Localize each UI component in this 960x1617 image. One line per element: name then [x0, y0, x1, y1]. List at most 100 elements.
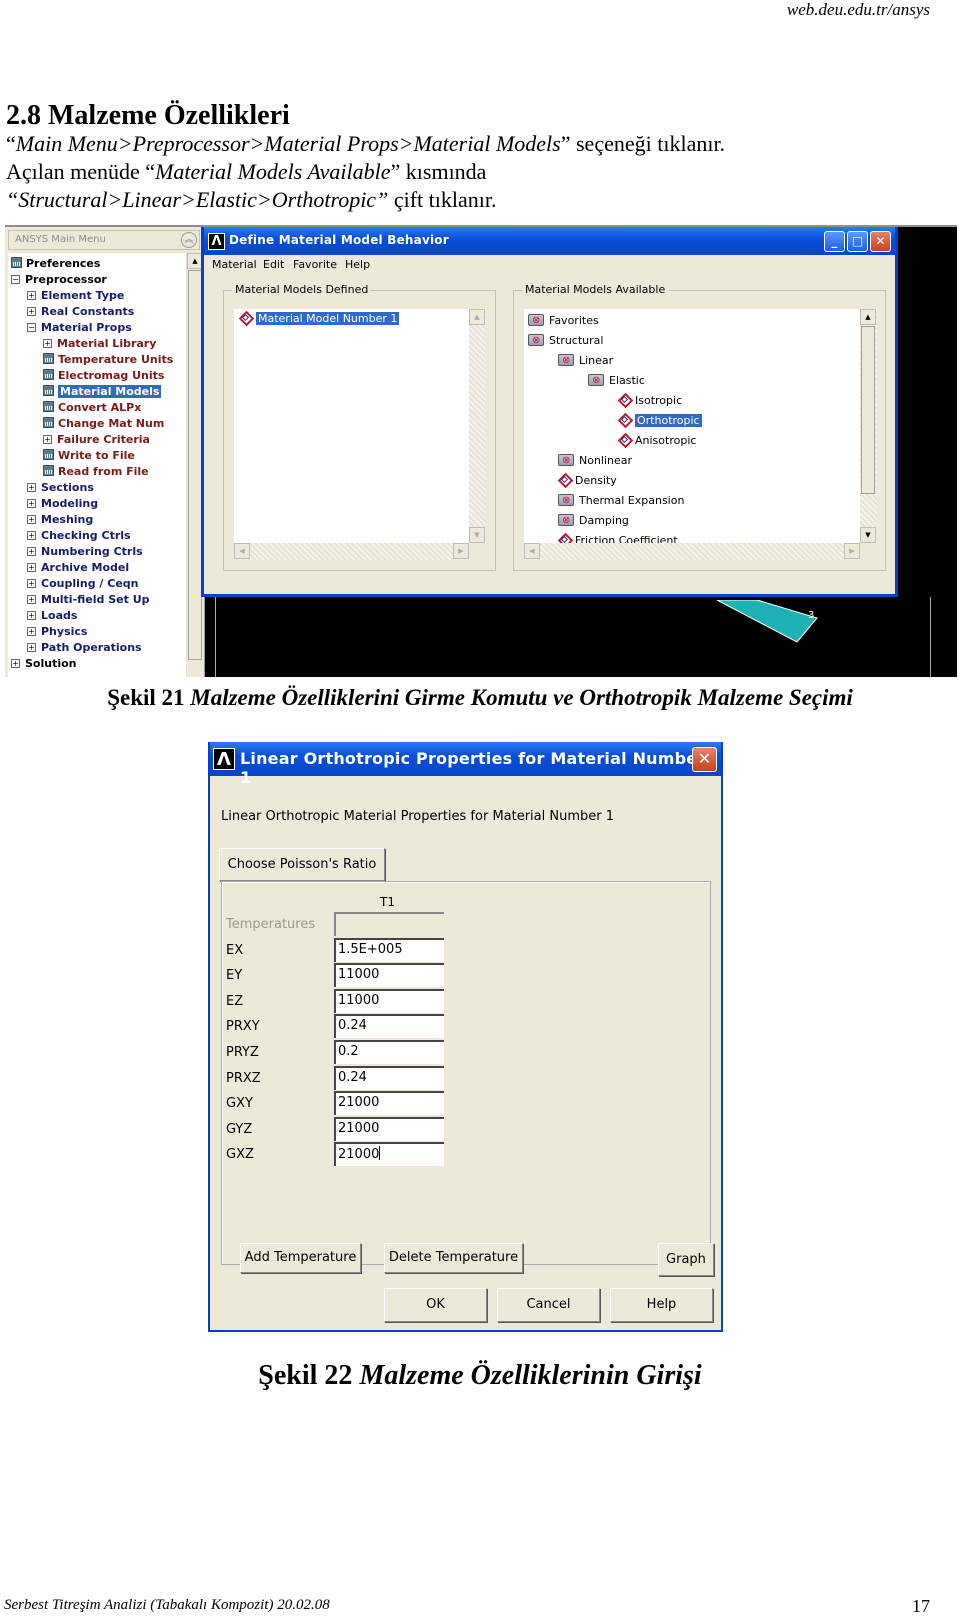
scroll-down-arrow-icon[interactable]: ▼ — [469, 527, 485, 543]
menu-tree-item[interactable]: + Checking Ctrls — [27, 528, 131, 544]
scroll-left-arrow-icon[interactable]: ◀ — [234, 543, 250, 559]
plus-box-icon[interactable]: + — [27, 531, 36, 540]
calculator-icon[interactable] — [43, 385, 54, 396]
available-tree-item[interactable]: Favorites — [528, 313, 599, 329]
menu-tree-item[interactable]: + Solution — [11, 656, 77, 672]
defined-models-list[interactable]: Material Model Number 1 — [234, 309, 469, 543]
plus-box-icon[interactable]: + — [27, 643, 36, 652]
menu-tree-item[interactable]: + Loads — [27, 608, 77, 624]
help-button[interactable]: Help — [610, 1288, 713, 1322]
dialog-titlebar[interactable]: Λ Linear Orthotropic Properties for Mate… — [210, 742, 721, 787]
calculator-icon[interactable] — [43, 465, 54, 476]
list-item-material-model-1[interactable]: Material Model Number 1 — [239, 311, 400, 327]
menu-tree-item[interactable]: + Physics — [27, 624, 87, 640]
property-value-input[interactable]: 11000 — [334, 963, 444, 988]
close-button[interactable]: ✕ — [692, 747, 717, 772]
property-value-input[interactable]: 21000 — [334, 1142, 444, 1167]
plus-box-icon[interactable]: + — [27, 483, 36, 492]
menu-tree-item[interactable]: + Meshing — [27, 512, 93, 528]
available-tree-item[interactable]: Friction Coefficient — [558, 533, 678, 543]
available-tree-item[interactable]: Nonlinear — [558, 453, 632, 469]
menu-help[interactable]: Help — [345, 258, 370, 271]
available-tree-item[interactable]: Density — [558, 473, 617, 489]
defined-list-hscroll[interactable]: ◀ ▶ — [234, 543, 469, 560]
menu-tree-item[interactable]: + Coupling / Ceqn — [27, 576, 139, 592]
scroll-right-arrow-icon[interactable]: ▶ — [453, 543, 469, 559]
plus-box-icon[interactable]: + — [11, 659, 20, 668]
scroll-thumb[interactable] — [861, 326, 875, 494]
plus-box-icon[interactable]: + — [27, 563, 36, 572]
property-value-input[interactable]: 21000 — [334, 1091, 444, 1116]
main-menu-scrollbar[interactable]: ▲ — [186, 253, 203, 677]
delete-temperature-button[interactable]: Delete Temperature — [384, 1243, 523, 1273]
available-tree-item[interactable]: Structural — [528, 333, 603, 349]
menu-material[interactable]: Material — [212, 258, 257, 271]
scroll-right-arrow-icon[interactable]: ▶ — [844, 543, 860, 559]
menu-tree-item[interactable]: + Archive Model — [27, 560, 129, 576]
menu-tree-item[interactable]: − Material Props — [27, 320, 132, 336]
calculator-icon[interactable] — [43, 401, 54, 412]
plus-box-icon[interactable]: + — [43, 435, 52, 444]
menu-tree-item[interactable]: + Multi-field Set Up — [27, 592, 150, 608]
calculator-icon[interactable] — [43, 417, 54, 428]
available-tree-item[interactable]: Thermal Expansion — [558, 493, 684, 509]
menu-tree-item[interactable]: Change Mat Num — [43, 416, 164, 432]
minimize-button[interactable]: _ — [824, 231, 845, 252]
menu-tree-item[interactable]: Read from File — [43, 464, 149, 480]
minus-box-icon[interactable]: − — [11, 275, 20, 284]
scroll-down-arrow-icon[interactable]: ▼ — [860, 527, 876, 543]
double-chevron-up-icon[interactable]: ︽ — [181, 232, 197, 248]
available-list-hscroll[interactable]: ◀ ▶ — [524, 543, 860, 560]
maximize-button[interactable]: □ — [847, 231, 868, 252]
calculator-icon[interactable] — [43, 369, 54, 380]
cancel-button[interactable]: Cancel — [497, 1288, 600, 1322]
plus-box-icon[interactable]: + — [27, 499, 36, 508]
scroll-left-arrow-icon[interactable]: ◀ — [524, 543, 540, 559]
menu-tree-item[interactable]: + Sections — [27, 480, 94, 496]
property-value-input[interactable]: 0.24 — [334, 1065, 444, 1090]
available-tree-item[interactable]: Damping — [558, 513, 629, 529]
property-value-input[interactable]: 0.24 — [334, 1014, 444, 1039]
menu-tree-item[interactable]: + Material Library — [43, 336, 156, 352]
menu-edit[interactable]: Edit — [263, 258, 284, 271]
available-tree-item[interactable]: Orthotropic — [618, 413, 702, 429]
plus-box-icon[interactable]: + — [27, 579, 36, 588]
plus-box-icon[interactable]: + — [27, 611, 36, 620]
property-value-input[interactable]: 1.5E+005 — [334, 937, 444, 962]
menu-tree-item[interactable]: Material Models — [43, 384, 162, 400]
calculator-icon[interactable] — [11, 257, 22, 268]
plus-box-icon[interactable]: + — [27, 307, 36, 316]
property-value-input[interactable]: 0.2 — [334, 1040, 444, 1064]
choose-poisson-ratio-button[interactable]: Choose Poisson's Ratio — [219, 848, 385, 881]
available-tree-item[interactable]: Linear — [558, 353, 613, 369]
defined-list-vscroll[interactable]: ▲ ▼ — [469, 309, 486, 543]
available-tree-item[interactable]: Elastic — [588, 373, 645, 389]
menu-tree-item[interactable]: + Failure Criteria — [43, 432, 150, 448]
plus-box-icon[interactable]: + — [27, 547, 36, 556]
scroll-thumb[interactable] — [188, 270, 202, 660]
add-temperature-button[interactable]: Add Temperature — [240, 1243, 361, 1273]
menu-tree-item[interactable]: + Real Constants — [27, 304, 134, 320]
scroll-up-arrow-icon[interactable]: ▲ — [860, 309, 876, 325]
menu-tree-item[interactable]: + Element Type — [27, 288, 124, 304]
calculator-icon[interactable] — [43, 353, 54, 364]
plus-box-icon[interactable]: + — [27, 627, 36, 636]
menu-tree-item[interactable]: − Preprocessor — [11, 272, 107, 288]
calculator-icon[interactable] — [43, 449, 54, 460]
scroll-up-arrow-icon[interactable]: ▲ — [469, 309, 485, 325]
property-value-input[interactable]: 21000 — [334, 1116, 444, 1141]
close-button[interactable]: ✕ — [870, 231, 891, 252]
available-tree-item[interactable]: Isotropic — [618, 393, 682, 409]
plus-box-icon[interactable]: + — [43, 339, 52, 348]
menu-tree-item[interactable]: + Numbering Ctrls — [27, 544, 143, 560]
window-titlebar[interactable]: Λ Define Material Model Behavior _ □ ✕ — [204, 227, 895, 255]
ok-button[interactable]: OK — [384, 1288, 487, 1322]
minus-box-icon[interactable]: − — [27, 323, 36, 332]
property-value-input[interactable]: 11000 — [334, 988, 444, 1013]
menu-tree-item[interactable]: Convert ALPx — [43, 400, 141, 416]
menu-tree-item[interactable]: Write to File — [43, 448, 135, 464]
menu-favorite[interactable]: Favorite — [293, 258, 337, 271]
available-models-tree[interactable]: Favorites Structural Linear Elastic Isotropi… — [524, 309, 860, 543]
plus-box-icon[interactable]: + — [27, 515, 36, 524]
menu-tree-item[interactable]: Electromag Units — [43, 368, 164, 384]
